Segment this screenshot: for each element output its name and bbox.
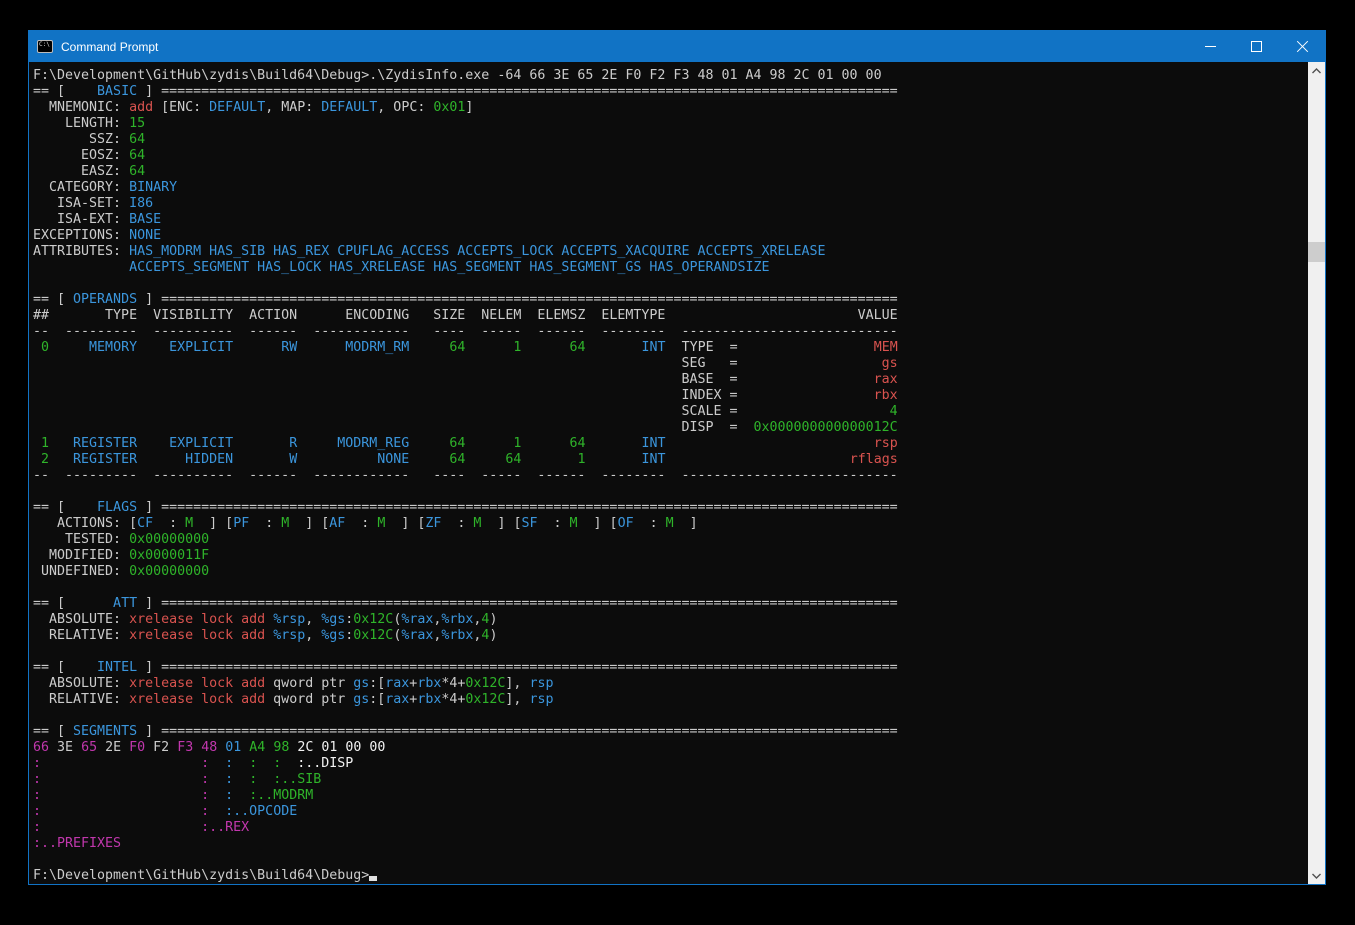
terminal-line: : : : : : :..DISP xyxy=(33,756,1308,772)
terminal-line: MODIFIED: 0x0000011F xyxy=(33,548,1308,564)
terminal-line: DISP = 0x000000000000012C xyxy=(33,420,1308,436)
terminal-line: == [ SEGMENTS ] ========================… xyxy=(33,724,1308,740)
terminal-line xyxy=(33,484,1308,500)
terminal-line: ACTIONS: [CF : M ] [PF : M ] [AF : M ] [… xyxy=(33,516,1308,532)
terminal-line: == [ FLAGS ] ===========================… xyxy=(33,500,1308,516)
terminal-line: UNDEFINED: 0x00000000 xyxy=(33,564,1308,580)
terminal-line: == [ OPERANDS ] ========================… xyxy=(33,292,1308,308)
chevron-down-icon xyxy=(1312,873,1321,879)
terminal-line: ISA-SET: I86 xyxy=(33,196,1308,212)
terminal-line: EOSZ: 64 xyxy=(33,148,1308,164)
terminal-line: : :..REX xyxy=(33,820,1308,836)
terminal-line: ACCEPTS_SEGMENT HAS_LOCK HAS_XRELEASE HA… xyxy=(33,260,1308,276)
scrollbar-thumb[interactable] xyxy=(1308,242,1325,262)
maximize-icon xyxy=(1251,41,1262,52)
terminal-line xyxy=(33,644,1308,660)
terminal-line: EASZ: 64 xyxy=(33,164,1308,180)
terminal-line: EXCEPTIONS: NONE xyxy=(33,228,1308,244)
terminal-line: 1 REGISTER EXPLICIT R MODRM_REG 64 1 64 … xyxy=(33,436,1308,452)
terminal-line: BASE = rax xyxy=(33,372,1308,388)
command-prompt-window: C:\ Command Prompt F:\Development\GitHub… xyxy=(28,30,1326,885)
terminal-line: -- --------- ---------- ------ ---------… xyxy=(33,468,1308,484)
terminal-line: MNEMONIC: add [ENC: DEFAULT, MAP: DEFAUL… xyxy=(33,100,1308,116)
cmd-icon[interactable]: C:\ xyxy=(37,40,53,53)
terminal-line: == [ INTEL ] ===========================… xyxy=(33,660,1308,676)
terminal-line: == [ ATT ] =============================… xyxy=(33,596,1308,612)
terminal-line: ## TYPE VISIBILITY ACTION ENCODING SIZE … xyxy=(33,308,1308,324)
terminal-line: F:\Development\GitHub\zydis\Build64\Debu… xyxy=(33,68,1308,84)
terminal-line: ATTRIBUTES: HAS_MODRM HAS_SIB HAS_REX CP… xyxy=(33,244,1308,260)
console-area: F:\Development\GitHub\zydis\Build64\Debu… xyxy=(29,62,1325,884)
terminal-line xyxy=(33,852,1308,868)
title-bar[interactable]: C:\ Command Prompt xyxy=(29,31,1325,62)
terminal-line: CATEGORY: BINARY xyxy=(33,180,1308,196)
terminal-line: 0 MEMORY EXPLICIT RW MODRM_RM 64 1 64 IN… xyxy=(33,340,1308,356)
scrollbar-down-button[interactable] xyxy=(1308,867,1325,884)
terminal-line: : : : : :..SIB xyxy=(33,772,1308,788)
terminal-line: 66 3E 65 2E F0 F2 F3 48 01 A4 98 2C 01 0… xyxy=(33,740,1308,756)
terminal-line: LENGTH: 15 xyxy=(33,116,1308,132)
terminal-line: :..PREFIXES xyxy=(33,836,1308,852)
terminal-line: 2 REGISTER HIDDEN W NONE 64 64 1 INT rfl… xyxy=(33,452,1308,468)
terminal-line xyxy=(33,708,1308,724)
maximize-button[interactable] xyxy=(1233,31,1279,62)
terminal-output[interactable]: F:\Development\GitHub\zydis\Build64\Debu… xyxy=(29,62,1308,884)
terminal-line: ABSOLUTE: xrelease lock add %rsp, %gs:0x… xyxy=(33,612,1308,628)
scrollbar[interactable] xyxy=(1308,62,1325,884)
close-button[interactable] xyxy=(1279,31,1325,62)
scrollbar-up-button[interactable] xyxy=(1308,62,1325,79)
terminal-line: == [ BASIC ] ===========================… xyxy=(33,84,1308,100)
terminal-line: SSZ: 64 xyxy=(33,132,1308,148)
terminal-line: RELATIVE: xrelease lock add %rsp, %gs:0x… xyxy=(33,628,1308,644)
terminal-line: ISA-EXT: BASE xyxy=(33,212,1308,228)
terminal-line xyxy=(33,580,1308,596)
terminal-cursor xyxy=(369,876,377,881)
terminal-line: ABSOLUTE: xrelease lock add qword ptr gs… xyxy=(33,676,1308,692)
terminal-line: : : : :..MODRM xyxy=(33,788,1308,804)
terminal-line: F:\Development\GitHub\zydis\Build64\Debu… xyxy=(33,868,1308,884)
terminal-line: : : :..OPCODE xyxy=(33,804,1308,820)
terminal-line: TESTED: 0x00000000 xyxy=(33,532,1308,548)
terminal-line: -- --------- ---------- ------ ---------… xyxy=(33,324,1308,340)
terminal-line: RELATIVE: xrelease lock add qword ptr gs… xyxy=(33,692,1308,708)
minimize-icon xyxy=(1205,46,1216,47)
terminal-line: SCALE = 4 xyxy=(33,404,1308,420)
window-title: Command Prompt xyxy=(61,40,158,54)
minimize-button[interactable] xyxy=(1187,31,1233,62)
terminal-line: SEG = gs xyxy=(33,356,1308,372)
terminal-line: INDEX = rbx xyxy=(33,388,1308,404)
chevron-up-icon xyxy=(1312,68,1321,74)
close-icon xyxy=(1296,40,1309,53)
window-controls xyxy=(1187,31,1325,62)
terminal-line xyxy=(33,276,1308,292)
